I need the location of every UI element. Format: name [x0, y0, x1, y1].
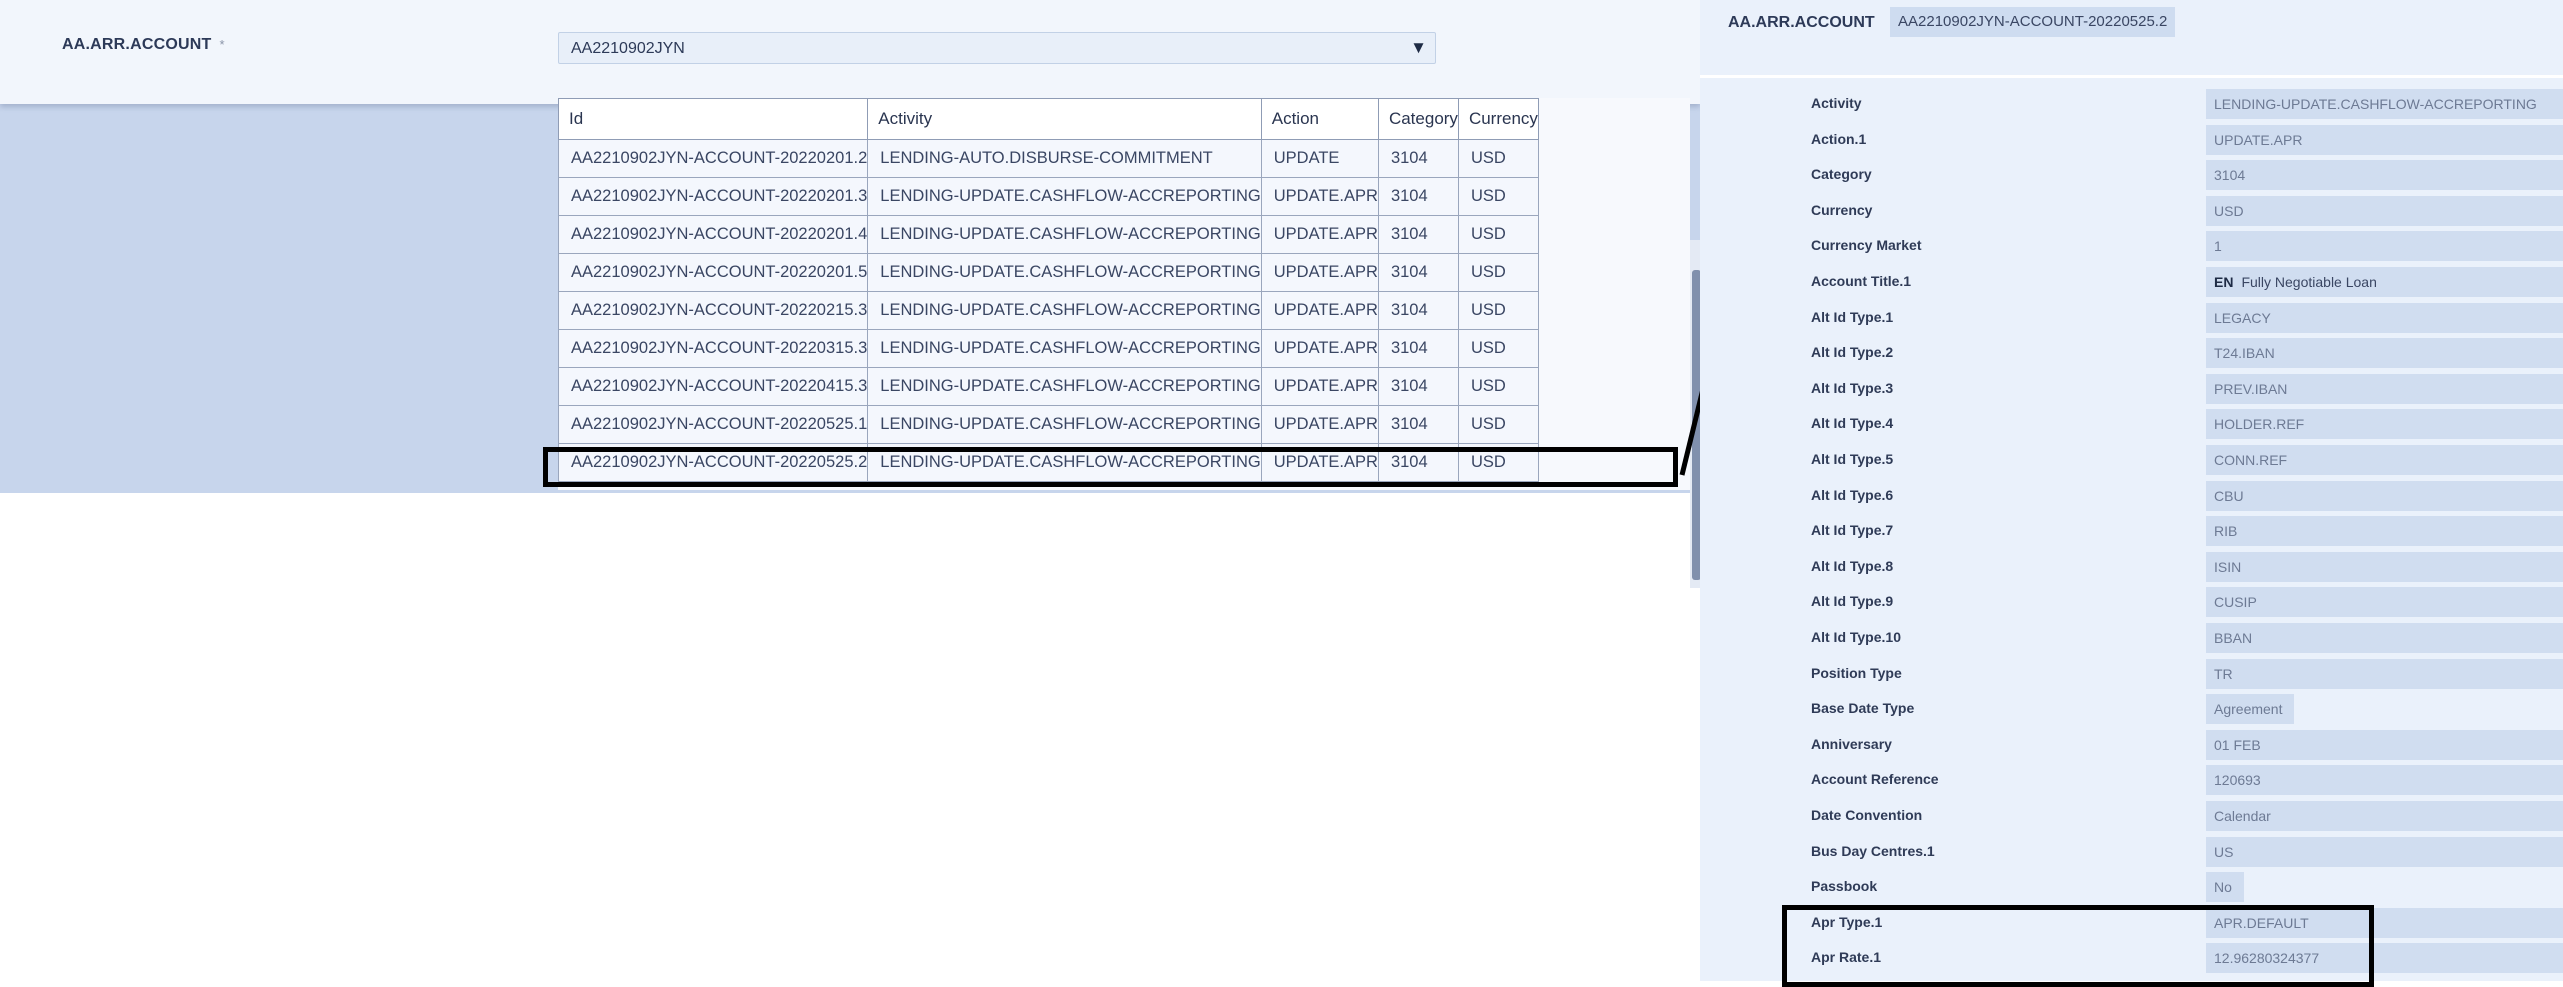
field-label: Alt Id Type.5 [1811, 451, 1894, 467]
field-value: HOLDER.REF [2206, 409, 2563, 440]
field-label: Alt Id Type.10 [1811, 629, 1901, 645]
field-row-date-convention: Date Convention Calendar [1700, 799, 2563, 835]
field-row-alt-id-type-3: Alt Id Type.3 PREV.IBAN [1700, 372, 2563, 408]
field-label: Anniversary [1811, 735, 1892, 752]
field-value: T24.IBAN [2206, 338, 2563, 369]
field-label: Account Reference [1811, 771, 1939, 788]
field-label: Position Type [1811, 664, 1902, 681]
field-label: Action.1 [1811, 130, 1867, 147]
field-row-anniversary: Anniversary 01 FEB [1700, 728, 2563, 764]
field-value: ISIN [2206, 551, 2563, 582]
field-value: LEGACY [2206, 302, 2563, 333]
field-row-alt-id-type-8: Alt Id Type.8 ISIN [1700, 550, 2563, 586]
field-row-currency-market: Currency Market 1 [1700, 229, 2563, 265]
field-label: Currency Market [1811, 237, 1922, 254]
field-value: RIB [2206, 516, 2563, 547]
field-value: Agreement [2206, 694, 2295, 725]
field-label: Account Title.1 [1811, 273, 1912, 289]
field-label: Bus Day Centres.1 [1811, 842, 1935, 859]
field-value: No [2206, 872, 2244, 903]
language-code: EN [2214, 274, 2234, 290]
field-label: Passbook [1811, 878, 1878, 895]
field-value: LENDING-UPDATE.CASHFLOW-ACCREPORTING [2206, 89, 2563, 119]
field-row-activity: Activity LENDING-UPDATE.CASHFLOW-ACCREPOR… [1700, 87, 2563, 123]
field-row-alt-id-type-5: Alt Id Type.5 CONN.REF [1700, 443, 2563, 479]
field-label: Date Convention [1811, 807, 1923, 823]
arrangement-record-panel: AA.ARR.ACCOUNT AA2210902JYN-ACCOUNT-2022… [1700, 0, 2563, 981]
field-row-alt-id-type-7: Alt Id Type.7 RIB [1700, 514, 2563, 550]
field-row-alt-id-type-1: Alt Id Type.1 LEGACY [1700, 301, 2563, 337]
field-value: BBAN [2206, 623, 2563, 653]
field-value: CBU [2206, 480, 2563, 511]
field-row-alt-id-type-10: Alt Id Type.10 BBAN [1700, 621, 2563, 657]
field-value: 1 [2206, 231, 2563, 262]
field-value: CONN.REF [2206, 445, 2563, 475]
field-label: Alt Id Type.4 [1811, 415, 1894, 432]
field-row-bus-day-centres-1: Bus Day Centres.1 US [1700, 835, 2563, 871]
field-row-passbook: Passbook No [1700, 870, 2563, 906]
field-value: US [2206, 836, 2563, 867]
field-value: Calendar [2206, 801, 2563, 831]
field-label: Alt Id Type.6 [1811, 486, 1894, 503]
field-label: Alt Id Type.8 [1811, 557, 1894, 574]
field-row-action-1: Action.1 UPDATE.APR [1700, 123, 2563, 159]
field-value: 01 FEB [2206, 729, 2563, 760]
field-label: Currency [1811, 201, 1873, 218]
field-label: Alt Id Type.2 [1811, 344, 1894, 361]
record-header-divider [1700, 75, 2563, 78]
field-row-alt-id-type-6: Alt Id Type.6 CBU [1700, 479, 2563, 515]
field-label: Category [1811, 166, 1872, 183]
field-label: Alt Id Type.9 [1811, 593, 1894, 610]
record-id-value: AA2210902JYN-ACCOUNT-20220525.2 [1890, 7, 2176, 37]
record-label: AA.ARR.ACCOUNT [1728, 14, 1875, 31]
field-label: Alt Id Type.3 [1811, 379, 1894, 396]
field-row-category: Category 3104 [1700, 158, 2563, 194]
field-value: USD [2206, 195, 2563, 226]
field-row-account-title-1: Account Title.1 EN Fully Negotiable Loan [1700, 265, 2563, 301]
field-row-alt-id-type-2: Alt Id Type.2 T24.IBAN [1700, 336, 2563, 372]
field-value: UPDATE.APR [2206, 124, 2563, 155]
field-value: 120693 [2206, 765, 2563, 796]
field-value: PREV.IBAN [2206, 373, 2563, 404]
field-value: CUSIP [2206, 587, 2563, 618]
field-label: Alt Id Type.1 [1811, 308, 1894, 325]
field-value: 3104 [2206, 160, 2563, 191]
field-value: EN Fully Negotiable Loan [2206, 267, 2563, 297]
field-row-base-date-type: Base Date Type Agreement [1700, 692, 2563, 728]
apr-fields-highlight-box [1782, 905, 2374, 987]
field-row-currency: Currency USD [1700, 194, 2563, 230]
field-row-position-type: Position Type TR [1700, 657, 2563, 693]
field-row-alt-id-type-9: Alt Id Type.9 CUSIP [1700, 585, 2563, 621]
field-label: Alt Id Type.7 [1811, 522, 1894, 539]
field-value: TR [2206, 658, 2563, 689]
field-label: Base Date Type [1811, 700, 1915, 717]
field-value-text: Fully Negotiable Loan [2241, 274, 2377, 290]
field-label: Activity [1811, 95, 1862, 111]
field-row-account-reference: Account Reference 120693 [1700, 763, 2563, 799]
field-row-alt-id-type-4: Alt Id Type.4 HOLDER.REF [1700, 407, 2563, 443]
